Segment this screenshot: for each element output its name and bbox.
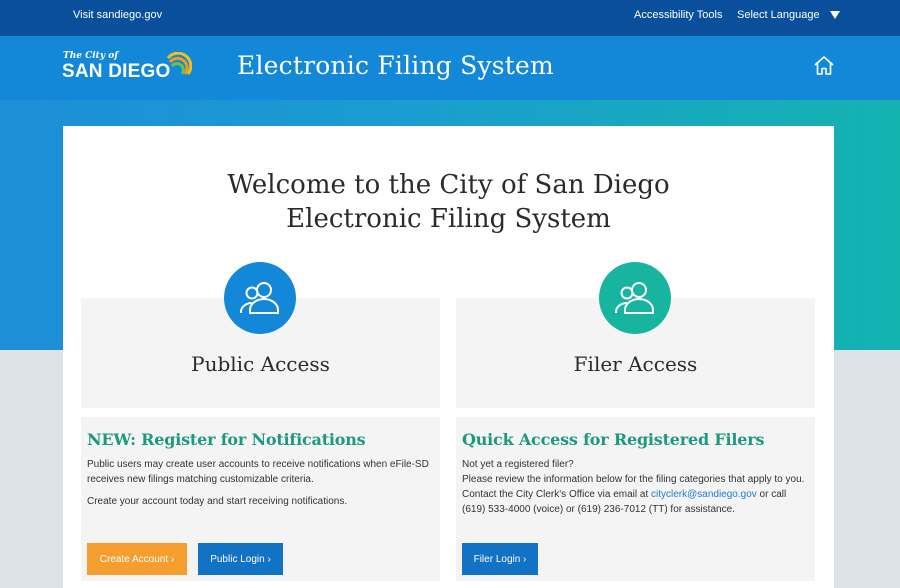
home-icon[interactable]: [812, 54, 836, 78]
notifications-heading: NEW: Register for Notifications: [87, 430, 366, 449]
public-login-button[interactable]: Public Login ›: [198, 543, 283, 575]
select-language-label: Select Language: [737, 9, 820, 21]
welcome-line-1: Welcome to the City of San Diego: [227, 170, 670, 200]
filers-heading: Quick Access for Registered Filers: [462, 430, 765, 449]
filer-info-text: Not yet a registered filer? Please revie…: [462, 457, 807, 517]
welcome-line-2: Electronic Filing System: [286, 204, 611, 234]
clerk-email-link[interactable]: cityclerk@sandiego.gov: [651, 489, 757, 500]
chevron-down-icon: [829, 11, 840, 19]
review-info-text: Please review the information below for …: [462, 474, 805, 485]
notifications-description: Public users may create user accounts to…: [87, 459, 429, 485]
logo-big-text: SAN DIEGO: [62, 61, 171, 82]
public-access-title: Public Access: [191, 352, 330, 376]
logo-sun-icon: [166, 52, 192, 75]
not-registered-text: Not yet a registered filer?: [462, 459, 574, 470]
top-utility-bar: Visit sandiego.gov Accessibility Tools S…: [0, 0, 900, 36]
create-account-button[interactable]: Create Account ›: [87, 543, 187, 575]
welcome-card: Welcome to the City of San Diego Electro…: [63, 126, 834, 588]
select-language-dropdown[interactable]: Select Language: [737, 9, 840, 21]
users-icon: [599, 262, 671, 334]
page-title: Electronic Filing System: [237, 51, 554, 80]
users-icon: [224, 262, 296, 334]
registered-filers-box: Quick Access for Registered Filers Not y…: [456, 417, 815, 581]
welcome-heading: Welcome to the City of San Diego Electro…: [63, 168, 834, 236]
contact-prefix-text: Contact the City Clerk's Office via emai…: [462, 489, 652, 500]
filer-access-title: Filer Access: [573, 352, 698, 376]
city-logo[interactable]: The City of SAN DIEGO: [62, 50, 194, 86]
filer-login-button[interactable]: Filer Login ›: [462, 543, 538, 575]
site-header: The City of SAN DIEGO Electronic Filing …: [0, 36, 900, 100]
notifications-cta-text: Create your account today and start rece…: [87, 496, 348, 507]
accessibility-tools-link[interactable]: Accessibility Tools: [634, 9, 722, 21]
logo-small-text: The City of: [63, 51, 119, 61]
public-notifications-box: NEW: Register for Notifications Public u…: [81, 417, 440, 581]
visit-sandiego-link[interactable]: Visit sandiego.gov: [73, 9, 162, 21]
